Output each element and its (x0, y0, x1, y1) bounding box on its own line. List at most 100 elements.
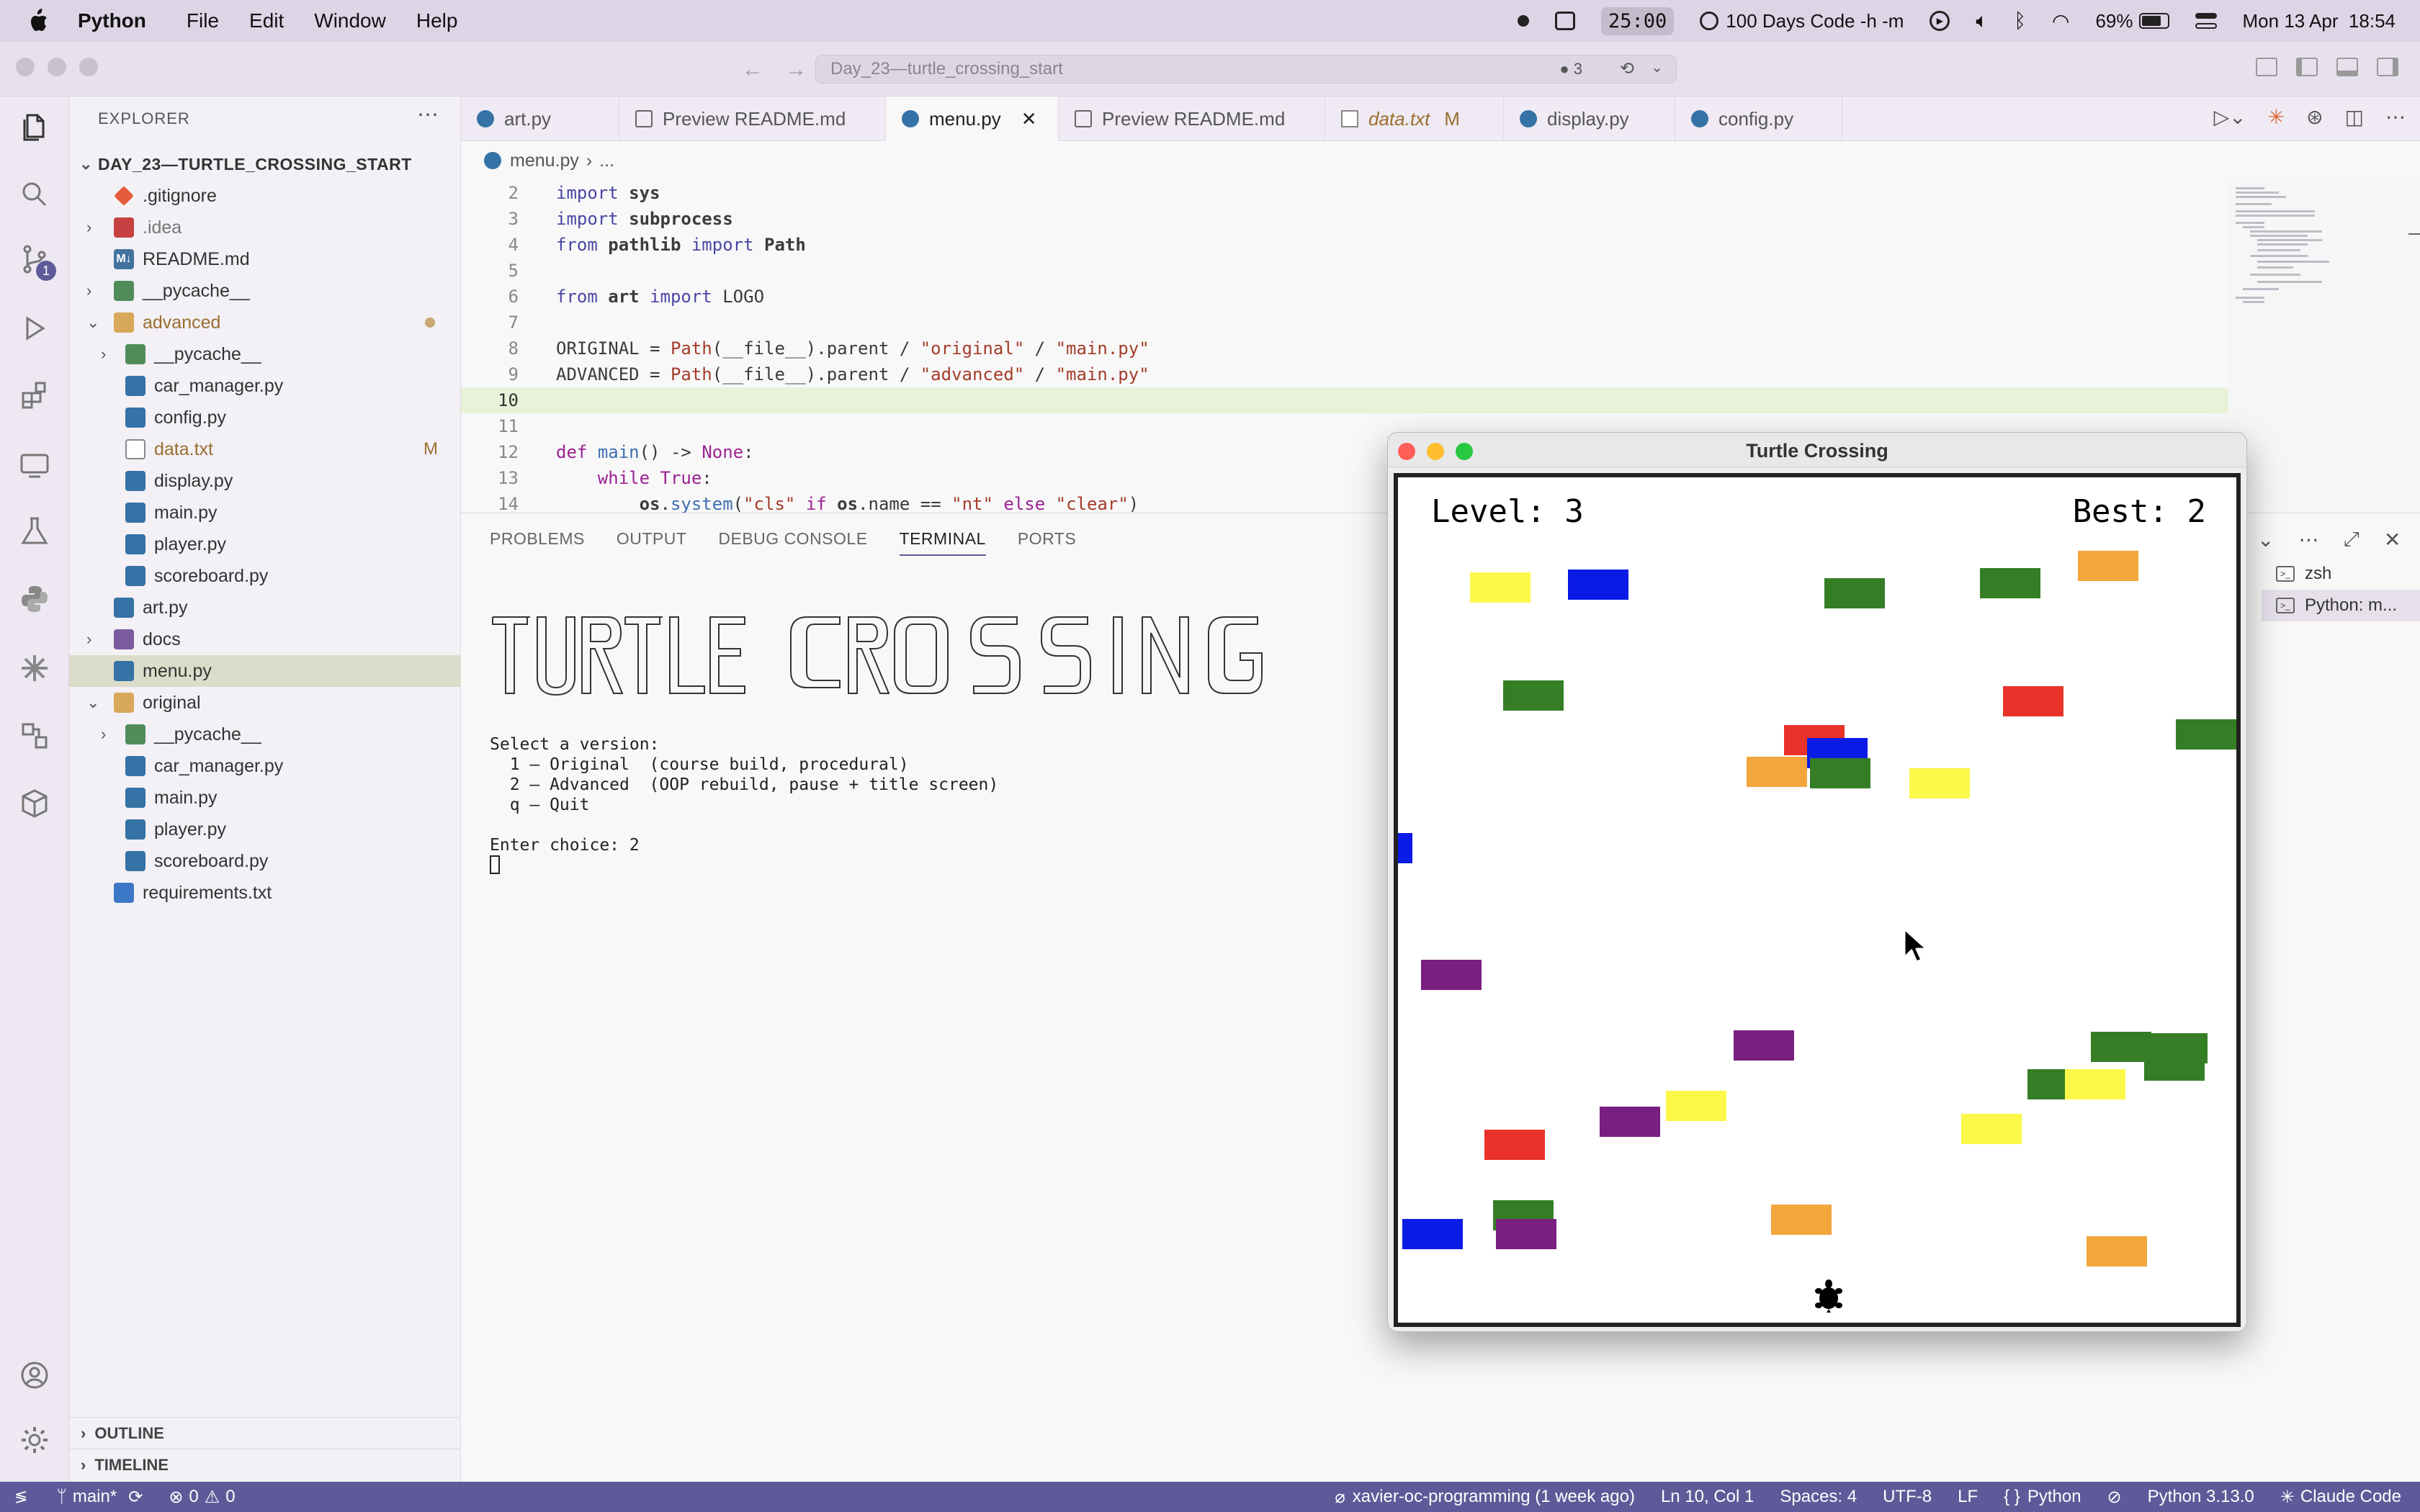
extensions-icon[interactable] (16, 377, 53, 415)
encoding[interactable]: UTF-8 (1883, 1487, 1932, 1507)
close-window-button[interactable] (16, 58, 35, 76)
explorer-icon[interactable] (16, 108, 53, 145)
claude-run-icon[interactable]: ✳ (2268, 105, 2285, 129)
tree-item-config[interactable]: config.py (69, 402, 461, 433)
tree-item-player[interactable]: player.py (69, 814, 461, 845)
source-control-icon[interactable]: 1 (16, 240, 56, 281)
tree-item-menu[interactable]: menu.py (69, 655, 461, 687)
cursor-position[interactable]: Ln 10, Col 1 (1661, 1487, 1754, 1507)
claude-icon[interactable] (16, 649, 53, 687)
tree-item-scoreboard[interactable]: scoreboard.py (69, 845, 461, 877)
tree-item-main[interactable]: main.py (69, 782, 461, 814)
minimap[interactable] (2228, 180, 2420, 513)
tree-item-car-manager[interactable]: car_manager.py (69, 750, 461, 782)
calendar-icon[interactable] (1555, 12, 1576, 30)
search-icon[interactable] (16, 176, 53, 213)
problems-indicator[interactable]: ⊗ 0 ⚠︎ 0 (169, 1487, 235, 1508)
bluetooth-icon[interactable]: ᛒ (2014, 9, 2026, 32)
tree-item-readme[interactable]: M↓ README.md (69, 243, 461, 275)
changes-badge[interactable]: ● 3 (1559, 60, 1582, 78)
sync-icon[interactable]: ⟳ (128, 1487, 143, 1508)
play-circle-icon[interactable]: ▶ (1930, 11, 1950, 31)
toggle-panel-icon[interactable] (2336, 58, 2358, 76)
apple-icon[interactable] (27, 9, 49, 33)
testing-icon[interactable] (16, 513, 53, 550)
minimize-window-button[interactable] (48, 58, 66, 76)
tab-ports[interactable]: PORTS (1018, 529, 1076, 556)
tab-problems[interactable]: PROBLEMS (490, 529, 585, 556)
tab-config-py[interactable]: config.py (1675, 96, 1842, 141)
tab-preview-readme-2[interactable]: Preview README.md (1059, 96, 1325, 141)
tree-item-pycache[interactable]: › __pycache__ (69, 719, 461, 750)
tree-item-display[interactable]: display.py (69, 465, 461, 497)
game-canvas[interactable]: Level: 3 Best: 2 (1394, 473, 2241, 1327)
tree-item-data-txt[interactable]: data.txt M (69, 433, 461, 465)
zoom-window-button[interactable] (79, 58, 98, 76)
remote-icon[interactable]: ≶ (14, 1488, 27, 1506)
tree-item-car-manager[interactable]: car_manager.py (69, 370, 461, 402)
end-of-line[interactable]: LF (1958, 1487, 1978, 1507)
terminal-output[interactable]: Select a version: 1 — Original (course b… (490, 588, 1354, 899)
more-actions-icon[interactable]: ⋯ (417, 102, 439, 127)
tree-item-art[interactable]: art.py (69, 592, 461, 624)
battery-status[interactable]: 69% (2095, 10, 2169, 32)
workspace-root[interactable]: ⌄ DAY_23—TURTLE_CROSSING_START (69, 148, 461, 180)
tree-item-idea[interactable]: › .idea (69, 212, 461, 243)
branch-indicator[interactable]: ᛘ main* ⟳ (56, 1487, 143, 1508)
run-file-icon[interactable]: ▷⌄ (2214, 105, 2246, 129)
terminal-item-zsh[interactable]: >_ zsh (2262, 558, 2420, 590)
menu-file[interactable]: File (187, 9, 219, 32)
tab-display-py[interactable]: display.py (1504, 96, 1675, 141)
tab-preview-readme[interactable]: Preview README.md (619, 96, 886, 141)
more-actions-icon[interactable]: ⋯ (2298, 528, 2318, 552)
command-center-search[interactable]: Day_23—turtle_crossing_start ● 3 ⟲ ⌄ (815, 55, 1677, 84)
maximize-panel-icon[interactable]: ⤢ (2343, 528, 2359, 552)
pomodoro-timer[interactable]: 25:00 (1601, 6, 1675, 35)
project-manager-icon[interactable] (16, 717, 53, 755)
tree-item-gitignore[interactable]: .gitignore (69, 180, 461, 212)
tree-item-original[interactable]: ⌄ original (69, 687, 461, 719)
outline-section[interactable]: › OUTLINE (69, 1417, 461, 1449)
more-actions-icon[interactable]: ⋯ (2385, 105, 2406, 129)
settings-gear-icon[interactable] (16, 1421, 53, 1459)
toggle-secondary-sidebar-icon[interactable] (2377, 58, 2398, 76)
tab-art-py[interactable]: art.py (461, 96, 619, 141)
close-icon[interactable]: ✕ (1021, 108, 1037, 130)
chevron-down-icon[interactable]: ⌄ (1651, 58, 1663, 76)
python-interpreter[interactable]: Python 3.13.0 (2148, 1487, 2254, 1507)
menu-help[interactable]: Help (416, 9, 458, 32)
tree-item-player[interactable]: player.py (69, 528, 461, 560)
habit-tracker[interactable]: 100 Days Code -h -m (1700, 10, 1904, 32)
tree-item-scoreboard[interactable]: scoreboard.py (69, 560, 461, 592)
copilot-status-icon[interactable]: ⊘ (2107, 1487, 2122, 1508)
wifi-icon[interactable]: ◠ (2052, 9, 2069, 33)
tree-item-docs[interactable]: › docs (69, 624, 461, 655)
tab-menu-py[interactable]: menu.py ✕ (886, 96, 1059, 141)
menu-edit[interactable]: Edit (249, 9, 284, 32)
back-arrow-icon[interactable]: ← (742, 58, 763, 82)
turtle-player-icon[interactable] (1814, 1278, 1843, 1313)
tree-item-advanced[interactable]: ⌄ advanced (69, 307, 461, 338)
tab-terminal[interactable]: TERMINAL (899, 529, 986, 556)
clock-datetime[interactable]: Mon 13 Apr 18:54 (2243, 10, 2396, 32)
tree-item-pycache[interactable]: › __pycache__ (69, 338, 461, 370)
terminal-item-python[interactable]: >_ Python: m... (2262, 590, 2420, 621)
tab-debug-console[interactable]: DEBUG CONSOLE (718, 529, 867, 556)
volume-icon[interactable]: 🔈︎ (1976, 9, 1988, 33)
menu-window[interactable]: Window (314, 9, 386, 32)
breadcrumb-symbol[interactable]: ... (599, 150, 614, 171)
chevron-down-icon[interactable]: ⌄ (2257, 528, 2274, 552)
toggle-primary-sidebar-icon[interactable] (2296, 58, 2318, 76)
indentation[interactable]: Spaces: 4 (1780, 1487, 1857, 1507)
tree-item-requirements[interactable]: requirements.txt (69, 877, 461, 909)
openai-icon[interactable]: ⊛ (2306, 105, 2323, 129)
claude-code-status[interactable]: ✳ Claude Code (2280, 1487, 2401, 1508)
run-debug-icon[interactable] (16, 310, 53, 347)
menu-app-python[interactable]: Python (78, 9, 146, 32)
tree-item-pycache[interactable]: › __pycache__ (69, 275, 461, 307)
database-icon[interactable] (16, 785, 53, 822)
record-dot-icon[interactable] (1518, 15, 1530, 27)
python-icon[interactable] (16, 580, 53, 618)
remote-explorer-icon[interactable] (16, 446, 53, 484)
tab-data-txt[interactable]: data.txt M (1325, 96, 1504, 141)
